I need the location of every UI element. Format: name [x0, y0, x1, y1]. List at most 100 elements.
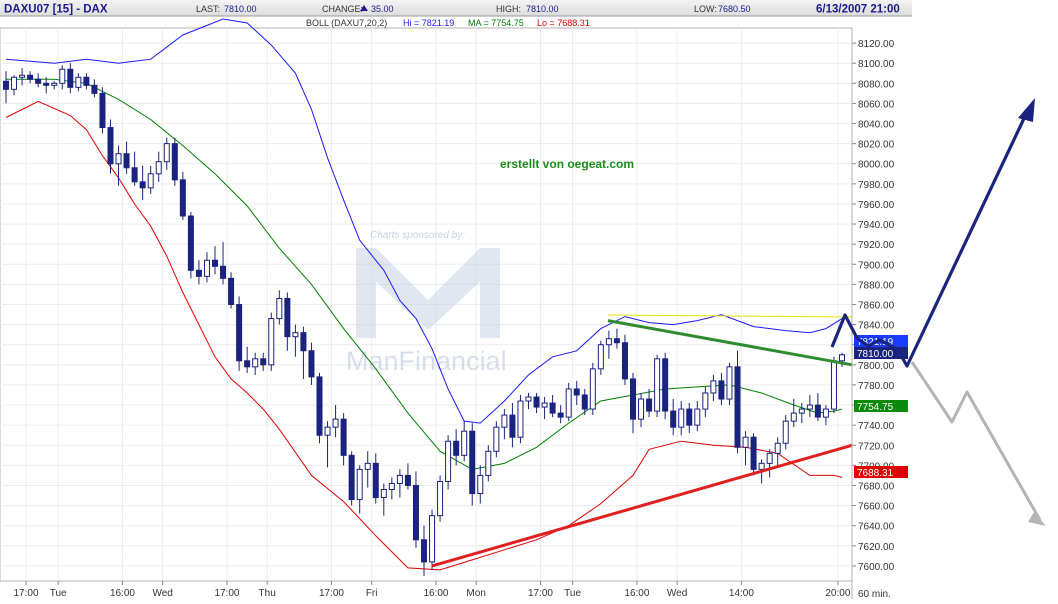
candle-down	[630, 378, 636, 420]
candle-down	[469, 430, 476, 495]
y-tick-label: 8120.00	[858, 39, 895, 50]
candle	[565, 382, 572, 422]
y-tick-label: 7940.00	[858, 220, 895, 231]
candle-down	[179, 179, 186, 217]
candle-down	[686, 408, 693, 426]
candle-down	[348, 454, 355, 501]
candle-up	[806, 404, 813, 410]
y-tick-label: 7860.00	[858, 301, 895, 312]
y-tick-label: 7640.00	[858, 522, 895, 533]
x-tick-label: Tue	[50, 588, 67, 599]
candle-up	[605, 338, 612, 346]
candle-up	[501, 414, 508, 428]
candle-down	[718, 380, 725, 400]
candle	[99, 87, 106, 134]
candle-down	[195, 269, 202, 277]
candle-down	[228, 277, 235, 306]
last-value: 7810.00	[224, 4, 257, 14]
candle-down	[581, 394, 588, 410]
candle-down	[131, 167, 138, 183]
high-label: HIGH:	[496, 4, 521, 14]
ma-badge-text: 7754.75	[857, 402, 894, 413]
dax-candlestick-chart: DAXU07 [15] - DAX LAST: 7810.00 CHANGE: …	[0, 0, 1046, 600]
x-tick-label: 14:00	[729, 588, 754, 599]
candle	[348, 451, 355, 506]
candle	[654, 354, 661, 418]
y-tick-label: 7740.00	[858, 421, 895, 432]
sponsored-text: Charts sponsored by:	[370, 230, 465, 241]
y-tick-label: 8060.00	[858, 99, 895, 110]
candle-up	[766, 452, 773, 464]
candle-down	[260, 358, 267, 366]
low-value: 7680.50	[718, 4, 751, 14]
candle-up	[798, 408, 805, 414]
x-axis: 17:00 Tue 16:00 Wed 17:00 Thu 17:00 Fri 16:00 Mon…	[13, 581, 851, 599]
x-tick-label: Wed	[152, 588, 172, 599]
candle-up	[774, 442, 781, 454]
candle-up	[525, 396, 532, 402]
candle-down	[621, 342, 628, 380]
candle	[469, 423, 476, 506]
candle-down	[139, 181, 146, 189]
y-tick-label: 8000.00	[858, 160, 895, 171]
candle-up	[597, 344, 604, 370]
candle-down	[107, 127, 114, 165]
y-tick-label: 7680.00	[858, 481, 895, 492]
candle-down	[750, 436, 757, 470]
candle-down	[573, 388, 580, 396]
change-value: 35.00	[371, 4, 394, 14]
indicator-lo: Lo = 7688.31	[537, 18, 590, 28]
candle-up	[163, 143, 170, 163]
candle-up	[364, 462, 371, 470]
x-tick-label: 20:00	[825, 588, 850, 599]
last-badge-text: 7810.00	[857, 349, 894, 360]
candle-down	[91, 84, 98, 94]
indicator-legend: BOLL (DAXU7,20,2) Hi = 7821.19 MA = 7754…	[306, 18, 590, 28]
y-tick-label: 8100.00	[858, 59, 895, 70]
candle-down	[308, 350, 315, 378]
candle-down	[316, 376, 323, 436]
candle-down	[340, 418, 347, 456]
candle-up	[252, 358, 259, 368]
y-tick-label: 7920.00	[858, 240, 895, 251]
candle	[726, 362, 733, 406]
candle-up	[493, 426, 500, 452]
candle-up	[380, 489, 387, 499]
x-tick-label: 16:00	[110, 588, 135, 599]
indicator-hi: Hi = 7821.19	[403, 18, 454, 28]
up-arrow-head-icon	[1018, 98, 1035, 122]
candle-down	[284, 297, 291, 338]
y-tick-label: 7600.00	[858, 562, 895, 573]
y-tick-label: 7880.00	[858, 280, 895, 291]
y-tick-label: 8040.00	[858, 120, 895, 131]
candle-down	[412, 484, 419, 541]
candle	[830, 356, 837, 414]
period-label: 60 min.	[858, 589, 891, 599]
y-tick-label: 7800.00	[858, 361, 895, 372]
candle-up	[11, 76, 18, 90]
y-tick-label: 7900.00	[858, 260, 895, 271]
candle-down	[99, 92, 106, 129]
candle-down	[67, 68, 74, 88]
candle-down	[35, 78, 42, 84]
x-tick-label: 16:00	[624, 588, 649, 599]
candle-up	[654, 358, 661, 412]
x-tick-label: 17:00	[319, 588, 344, 599]
x-tick-label: 17:00	[13, 588, 38, 599]
candle-down	[613, 338, 620, 344]
candle-up	[758, 462, 765, 470]
candle-down	[814, 404, 821, 418]
y-axis: 7600.007620.007640.007660.007680.007700.…	[852, 39, 895, 573]
candle-up	[710, 380, 717, 394]
candle-up	[830, 360, 837, 410]
header-datetime: 6/13/2007 21:00	[816, 4, 900, 16]
candle-up	[589, 368, 596, 410]
candle-up	[726, 366, 733, 400]
author-annotation: erstellt von oegeat.com	[500, 157, 634, 171]
y-tick-label: 7620.00	[858, 542, 895, 553]
candle-up	[147, 173, 154, 189]
candle-up	[702, 392, 709, 410]
candle-up	[396, 474, 403, 484]
candle-up	[477, 474, 484, 495]
candle-down	[372, 462, 379, 499]
